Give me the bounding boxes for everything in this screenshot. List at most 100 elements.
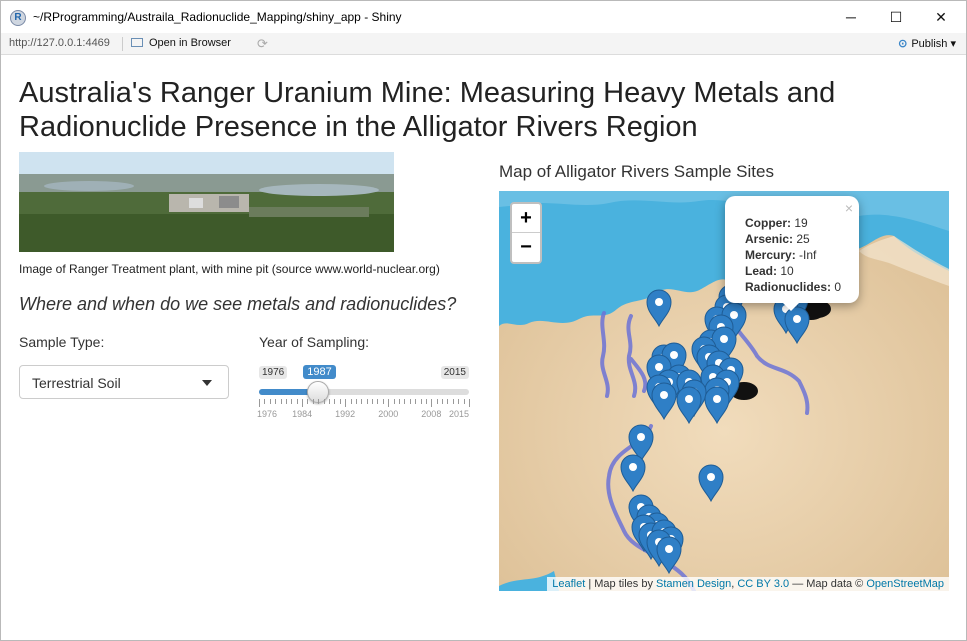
slider-tick: [269, 399, 271, 404]
slider-tick-label: 1984: [292, 409, 313, 419]
slider-tick: [334, 399, 336, 404]
year-slider[interactable]: 1976 2015 1987 1976 1984 1992 2000 2008 2015: [257, 362, 470, 422]
slider-tick: [431, 399, 433, 407]
slider-tick: [452, 399, 454, 404]
popup-mercury: Mercury: -Inf: [745, 248, 816, 262]
slider-tick: [366, 399, 368, 404]
popup-label: Radionuclides:: [745, 280, 832, 294]
slider-tick: [447, 399, 449, 404]
window-title: ~/RProgramming/Austraila_Radionuclide_Ma…: [33, 10, 402, 24]
slider-tick: [302, 399, 304, 407]
popup-label: Copper:: [745, 216, 791, 230]
slider-tick: [307, 399, 309, 404]
popup-copper: Copper: 19: [745, 216, 808, 230]
slider-tick: [285, 399, 287, 404]
popup-value: -Inf: [799, 248, 817, 262]
publish-label: Publish: [911, 38, 948, 50]
slider-tick-label: 2008: [421, 409, 442, 419]
zoom-control: + −: [510, 202, 542, 264]
slider-tick: [442, 399, 444, 404]
slider-tick: [415, 399, 417, 404]
slider-tick: [275, 399, 277, 404]
open-in-browser-button[interactable]: Open in Browser: [131, 37, 231, 49]
slider-tick: [404, 399, 406, 404]
attribution-text: | Map tiles by: [585, 578, 657, 590]
image-caption: Image of Ranger Treatment plant, with mi…: [19, 262, 440, 276]
browser-window-icon: [131, 38, 143, 47]
popup-radionuclides: Radionuclides: 0: [745, 280, 841, 294]
slider-tick: [329, 399, 330, 404]
site-popup: × Copper: 19 Arsenic: 25 Mercury: -Inf L…: [725, 196, 859, 311]
publish-button[interactable]: ⊙ Publish ▾: [898, 37, 956, 50]
open-in-browser-label: Open in Browser: [149, 37, 231, 49]
popup-lead: Lead: 10: [745, 264, 794, 278]
popup-close-button[interactable]: ×: [845, 200, 853, 216]
slider-tick: [318, 399, 320, 404]
popup-value: 25: [796, 232, 810, 246]
slider-tick: [425, 399, 427, 404]
slider-tick: [436, 399, 438, 404]
map-title: Map of Alligator Rivers Sample Sites: [499, 162, 774, 181]
osm-link[interactable]: OpenStreetMap: [866, 578, 944, 590]
publish-icon: ⊙: [898, 38, 908, 50]
slider-tick: [377, 399, 379, 404]
popup-tip: [781, 301, 801, 311]
url-display: http://127.0.0.1:4469: [9, 37, 110, 49]
slider-tick: [393, 399, 395, 404]
shiny-app-content: Australia's Ranger Uranium Mine: Measuri…: [1, 56, 966, 641]
slider-tick-label: 1992: [335, 409, 356, 419]
chevron-down-icon: [202, 380, 212, 386]
leaflet-map[interactable]: + − × Copper: 19 Arsenic: 25 Mercury: -I…: [499, 191, 949, 591]
slider-tick: [382, 399, 384, 404]
zoom-in-button[interactable]: +: [512, 204, 540, 233]
map-tiles[interactable]: [499, 191, 949, 591]
slider-tick: [339, 399, 341, 404]
minimize-button[interactable]: ─: [828, 1, 874, 33]
slider-tick: [312, 399, 314, 404]
slider-tick: [291, 399, 293, 404]
attribution-text: — Map data ©: [789, 578, 867, 590]
slider-tick: [399, 399, 400, 404]
stamen-link[interactable]: Stamen Design: [656, 578, 731, 590]
slider-tick: [463, 399, 465, 404]
slider-tick: [296, 399, 298, 404]
slider-tick: [361, 399, 363, 404]
close-button[interactable]: ✕: [918, 1, 964, 33]
slider-tick: [420, 399, 422, 404]
toolbar-divider: [122, 37, 123, 51]
slider-tick: [350, 399, 352, 404]
license-link[interactable]: CC BY 3.0: [737, 578, 789, 590]
slider-tick: [409, 399, 411, 404]
slider-tick: [280, 399, 282, 404]
slider-tick: [469, 399, 470, 407]
slider-tick-label: 2015: [449, 409, 470, 419]
popup-label: Mercury:: [745, 248, 796, 262]
slider-tick: [259, 399, 260, 407]
slider-tick: [264, 399, 266, 404]
leaflet-link[interactable]: Leaflet: [552, 578, 585, 590]
zoom-out-button[interactable]: −: [512, 233, 540, 262]
sample-type-value: Terrestrial Soil: [32, 375, 121, 391]
slider-tick: [323, 399, 325, 404]
popup-value: 19: [794, 216, 808, 230]
popup-value: 10: [780, 264, 794, 278]
slider-tick-label: 1976: [257, 409, 278, 419]
title-bar: R ~/RProgramming/Austraila_Radionuclide_…: [1, 1, 966, 33]
sample-type-label: Sample Type:: [19, 334, 105, 350]
slider-max-label: 2015: [440, 366, 469, 379]
slider-tick: [388, 399, 390, 407]
app-window: R ~/RProgramming/Austraila_Radionuclide_…: [0, 0, 967, 641]
year-of-sampling-label: Year of Sampling:: [259, 334, 369, 350]
slider-min-label: 1976: [259, 366, 288, 379]
popup-arsenic: Arsenic: 25: [745, 232, 810, 246]
maximize-button[interactable]: ☐: [873, 1, 919, 33]
slider-value-label: 1987: [303, 365, 336, 379]
popup-value: 0: [834, 280, 842, 294]
slider-tick: [355, 399, 357, 404]
slider-tick: [345, 399, 347, 407]
r-app-icon: R: [10, 10, 26, 26]
sample-type-select[interactable]: Terrestrial Soil: [19, 365, 229, 399]
popup-label: Lead:: [745, 264, 778, 278]
refresh-icon[interactable]: ⟳: [257, 36, 268, 52]
popup-label: Arsenic:: [745, 232, 794, 246]
